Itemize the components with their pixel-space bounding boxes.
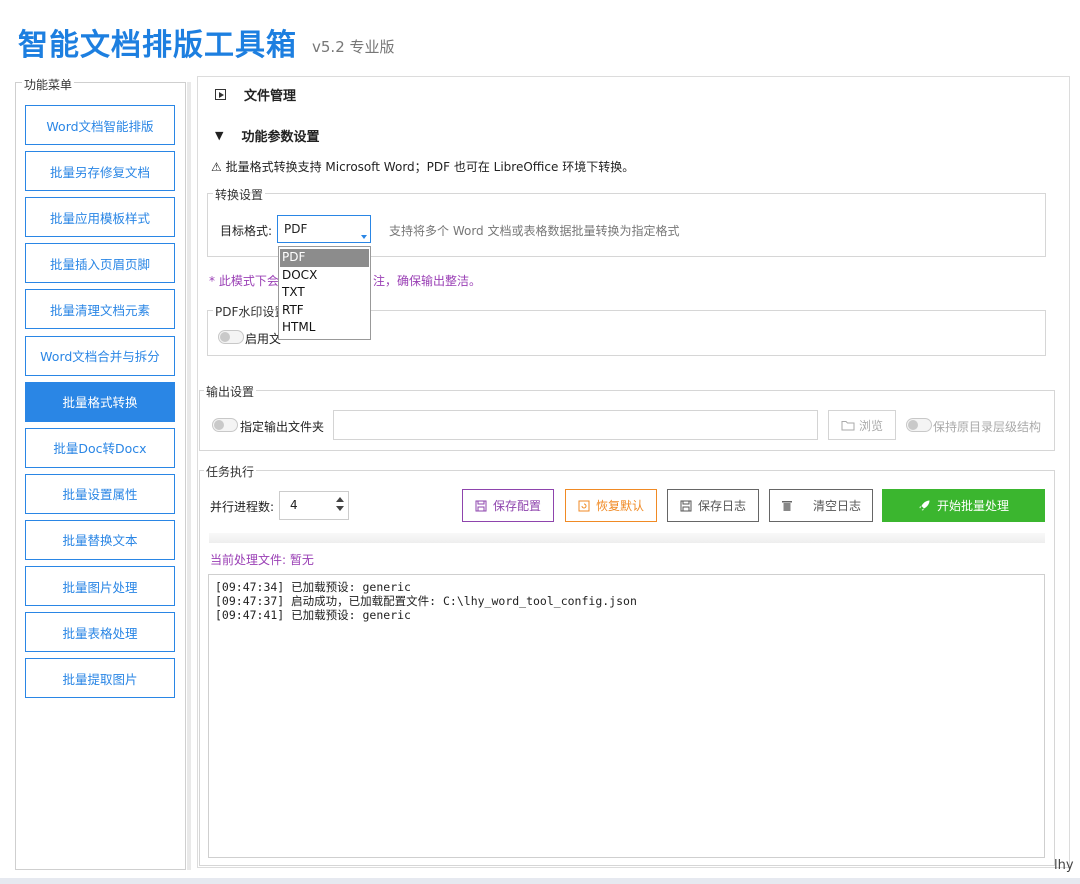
section-params[interactable]: ▼ 功能参数设置: [215, 126, 319, 145]
output-settings-legend: 输出设置: [204, 383, 257, 400]
save-config-button[interactable]: 保存配置: [462, 489, 554, 522]
sidebar-item-12[interactable]: 批量提取图片: [25, 658, 175, 699]
section-title: 文件管理: [244, 89, 297, 104]
progress-bar: [209, 533, 1045, 543]
save-log-label: 保存日志: [697, 499, 746, 513]
restore-default-button[interactable]: 恢复默认: [565, 489, 657, 522]
sidebar-item-5[interactable]: Word文档合并与拆分: [25, 335, 175, 376]
folder-icon: [841, 420, 855, 430]
log-line: [09:47:41] 已加载预设: generic: [215, 608, 411, 622]
save-icon: [475, 500, 487, 511]
sidebar-legend: 功能菜单: [22, 76, 75, 93]
watermark-toggle[interactable]: [218, 330, 244, 344]
restore-default-label: 恢复默认: [595, 499, 644, 513]
format-option[interactable]: TXT: [280, 284, 369, 302]
sidebar-item-6[interactable]: 批量格式转换: [25, 381, 175, 422]
sidebar-item-10[interactable]: 批量图片处理: [25, 566, 175, 606]
start-batch-button[interactable]: 开始批量处理: [882, 489, 1045, 522]
expand-right-icon: [215, 89, 226, 100]
browse-button[interactable]: 浏览: [828, 410, 896, 440]
format-option[interactable]: PDF: [280, 249, 369, 267]
parallel-value: 4: [290, 498, 298, 512]
keep-structure-toggle[interactable]: [906, 418, 932, 432]
window-bottom-edge: [0, 878, 1080, 884]
sidebar-item-2[interactable]: 批量应用模板样式: [25, 197, 175, 238]
sidebar-item-8[interactable]: 批量设置属性: [25, 473, 175, 514]
sidebar-item-9[interactable]: 批量替换文本: [25, 519, 175, 560]
chevron-down-icon: [361, 235, 367, 239]
sidebar-item-1[interactable]: 批量另存修复文档: [25, 151, 175, 192]
save-log-button[interactable]: 保存日志: [667, 489, 759, 522]
format-option[interactable]: DOCX: [280, 267, 369, 285]
log-output[interactable]: [09:47:34] 已加载预设: generic [09:47:37] 启动成功…: [208, 574, 1045, 858]
task-legend: 任务执行: [204, 463, 257, 480]
log-line: [09:47:37] 启动成功，已加载配置文件: C:\lhy_word_too…: [215, 594, 637, 608]
stepper-arrows-icon[interactable]: [336, 497, 344, 511]
start-batch-label: 开始批量处理: [936, 499, 1009, 513]
output-folder-toggle[interactable]: [212, 418, 238, 432]
save-config-label: 保存配置: [492, 499, 541, 513]
sidebar-item-0[interactable]: Word文档智能排版: [25, 105, 175, 145]
trash-icon: [781, 501, 792, 511]
parallel-stepper[interactable]: 4: [279, 491, 349, 520]
format-option[interactable]: HTML: [280, 319, 369, 337]
sidebar-item-11[interactable]: 批量表格处理: [25, 612, 175, 653]
format-dropdown-list: PDF DOCX TXT RTF HTML: [278, 246, 371, 340]
log-line: [09:47:34] 已加载预设: generic: [215, 580, 411, 594]
browse-label: 浏览: [858, 418, 883, 433]
select-value: PDF: [284, 222, 308, 236]
convert-hint: 支持将多个 Word 文档或表格数据批量转换为指定格式: [389, 224, 680, 238]
current-file-status: 当前处理文件: 暂无: [210, 553, 314, 567]
parallel-label: 并行进程数:: [210, 500, 275, 514]
output-path-input[interactable]: [333, 410, 818, 440]
section-title: 功能参数设置: [241, 130, 320, 145]
watermark-toggle-label: 启用文: [245, 332, 282, 346]
restore-icon: [578, 500, 590, 511]
sidebar-scrollbar[interactable]: [187, 82, 191, 870]
section-file-management[interactable]: 文件管理: [215, 85, 296, 104]
notice-text: ⚠ 批量格式转换支持 Microsoft Word；PDF 也可在 LibreO…: [211, 160, 635, 174]
convert-settings-legend: 转换设置: [213, 186, 266, 203]
save-icon: [680, 500, 692, 511]
collapse-down-icon: ▼: [215, 129, 224, 142]
format-option[interactable]: RTF: [280, 302, 369, 320]
mode-note-left: * 此模式下会: [209, 274, 279, 288]
app-title: 智能文档排版工具箱: [18, 28, 297, 63]
target-format-label: 目标格式:: [220, 224, 273, 238]
rocket-icon: [919, 500, 930, 511]
sidebar-item-4[interactable]: 批量清理文档元素: [25, 289, 175, 330]
clear-log-label: 清空日志: [812, 499, 861, 513]
corner-tag: lhy: [1054, 858, 1074, 873]
keep-structure-label: 保持原目录层级结构: [933, 420, 1042, 434]
target-format-select[interactable]: PDF: [277, 215, 371, 243]
mode-note-right: 注，确保输出整洁。: [373, 274, 482, 288]
app-version: v5.2 专业版: [312, 38, 395, 56]
output-folder-label: 指定输出文件夹: [240, 420, 325, 434]
sidebar-item-3[interactable]: 批量插入页眉页脚: [25, 243, 175, 284]
clear-log-button[interactable]: 清空日志: [769, 489, 873, 522]
sidebar-item-7[interactable]: 批量Doc转Docx: [25, 427, 175, 468]
